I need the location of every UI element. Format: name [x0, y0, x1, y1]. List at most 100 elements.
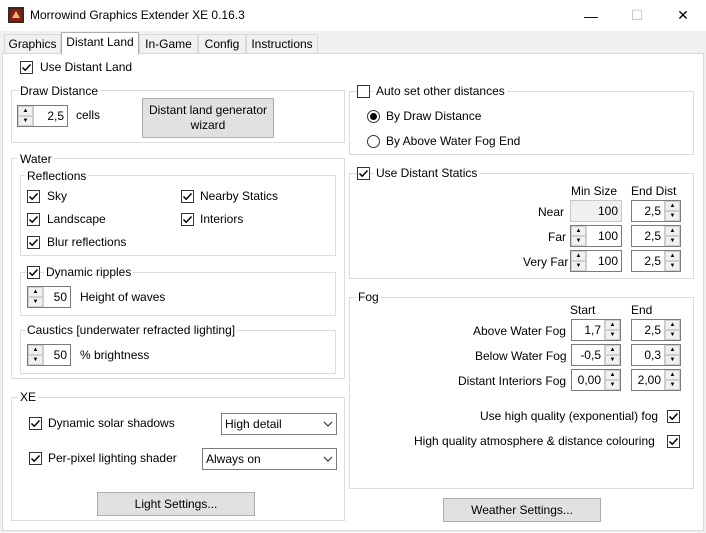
- arrow-up-icon[interactable]: ▲: [665, 320, 680, 330]
- hq-atmosphere-label: High quality atmosphere & distance colou…: [414, 434, 655, 448]
- draw-distance-stepper[interactable]: ▲ ▼ 2,5: [17, 105, 68, 127]
- very-far-min-size-stepper[interactable]: ▲ ▼ 100: [570, 250, 622, 272]
- use-distant-land-checkbox[interactable]: [20, 61, 33, 74]
- very-far-end-dist-value[interactable]: 2,5: [632, 251, 664, 271]
- dynamic-solar-shadows-checkbox[interactable]: [29, 417, 42, 430]
- near-end-dist-stepper[interactable]: 2,5 ▲ ▼: [631, 200, 681, 222]
- arrow-up-icon[interactable]: ▲: [18, 106, 33, 116]
- arrow-up-icon[interactable]: ▲: [571, 251, 586, 261]
- arrow-down-icon[interactable]: ▼: [571, 236, 586, 246]
- nearby-statics-checkbox[interactable]: [181, 190, 194, 203]
- arrow-down-icon[interactable]: ▼: [605, 380, 620, 390]
- landscape-reflection-checkbox[interactable]: [27, 213, 40, 226]
- tab-in-game[interactable]: In-Game: [139, 34, 198, 54]
- arrow-down-icon[interactable]: ▼: [605, 355, 620, 365]
- interiors-reflection-checkbox[interactable]: [181, 213, 194, 226]
- below-water-fog-end-value[interactable]: 0,3: [632, 345, 664, 365]
- arrow-up-icon[interactable]: ▲: [605, 345, 620, 355]
- arrow-up-icon[interactable]: ▲: [571, 226, 586, 236]
- check-icon: [182, 192, 193, 201]
- below-water-fog-start-value[interactable]: -0,5: [572, 345, 604, 365]
- arrow-up-icon[interactable]: ▲: [665, 226, 680, 236]
- by-draw-distance-radio[interactable]: [367, 110, 380, 123]
- arrow-down-icon[interactable]: ▼: [28, 297, 43, 307]
- below-water-fog-label: Below Water Fog: [475, 349, 567, 363]
- arrow-up-icon[interactable]: ▲: [665, 201, 680, 211]
- arrow-down-icon[interactable]: ▼: [28, 355, 43, 365]
- near-end-dist-value[interactable]: 2,5: [632, 201, 664, 221]
- check-icon: [182, 215, 193, 224]
- below-water-fog-start-stepper[interactable]: -0,5 ▲ ▼: [571, 344, 621, 366]
- distant-interiors-fog-end-stepper[interactable]: 2,00 ▲ ▼: [631, 369, 681, 391]
- check-icon: [668, 437, 679, 446]
- solar-shadows-value: High detail: [225, 417, 282, 431]
- arrow-up-icon[interactable]: ▲: [665, 370, 680, 380]
- arrow-up-icon[interactable]: ▲: [665, 345, 680, 355]
- arrow-up-icon[interactable]: ▲: [28, 345, 43, 355]
- arrow-down-icon[interactable]: ▼: [665, 355, 680, 365]
- per-pixel-lighting-checkbox[interactable]: [29, 452, 42, 465]
- dynamic-ripples-checkbox[interactable]: [27, 266, 40, 279]
- arrow-down-icon[interactable]: ▼: [571, 261, 586, 271]
- arrow-down-icon[interactable]: ▼: [18, 116, 33, 126]
- distant-interiors-fog-start-stepper[interactable]: 0,00 ▲ ▼: [571, 369, 621, 391]
- very-far-label: Very Far: [523, 255, 569, 269]
- use-distant-land-label: Use Distant Land: [40, 60, 133, 74]
- draw-distance-value[interactable]: 2,5: [34, 106, 67, 126]
- caustics-value[interactable]: 50: [44, 345, 70, 365]
- per-pixel-lighting-select[interactable]: Always on: [202, 448, 337, 470]
- above-water-fog-start-value[interactable]: 1,7: [572, 320, 604, 340]
- by-draw-distance-label: By Draw Distance: [386, 109, 482, 123]
- arrow-up-icon[interactable]: ▲: [605, 370, 620, 380]
- auto-set-distances-checkbox[interactable]: [357, 85, 370, 98]
- check-icon: [358, 169, 369, 178]
- tab-graphics[interactable]: Graphics: [4, 34, 61, 54]
- check-icon: [30, 454, 41, 463]
- sky-reflection-checkbox[interactable]: [27, 190, 40, 203]
- far-end-dist-stepper[interactable]: 2,5 ▲ ▼: [631, 225, 681, 247]
- app-icon[interactable]: [8, 7, 24, 23]
- min-size-header: Min Size: [571, 184, 618, 198]
- tab-config[interactable]: Config: [198, 34, 246, 54]
- far-min-size-stepper[interactable]: ▲ ▼ 100: [570, 225, 622, 247]
- generator-button-line2: wizard: [190, 118, 226, 132]
- distant-interiors-fog-start-value[interactable]: 0,00: [572, 370, 604, 390]
- arrow-up-icon[interactable]: ▲: [605, 320, 620, 330]
- close-button[interactable]: ✕: [660, 0, 706, 31]
- arrow-down-icon[interactable]: ▼: [665, 261, 680, 271]
- hq-atmosphere-checkbox[interactable]: [667, 435, 680, 448]
- tab-distant-land[interactable]: Distant Land: [61, 32, 139, 55]
- above-water-fog-start-stepper[interactable]: 1,7 ▲ ▼: [571, 319, 621, 341]
- tab-instructions[interactable]: Instructions: [246, 34, 318, 54]
- arrow-down-icon[interactable]: ▼: [665, 380, 680, 390]
- very-far-min-size-value[interactable]: 100: [587, 251, 621, 271]
- caustics-stepper[interactable]: ▲ ▼ 50: [27, 344, 71, 366]
- arrow-down-icon[interactable]: ▼: [605, 330, 620, 340]
- far-end-dist-value[interactable]: 2,5: [632, 226, 664, 246]
- distant-interiors-fog-end-value[interactable]: 2,00: [632, 370, 664, 390]
- use-distant-statics-label: Use Distant Statics: [374, 166, 480, 180]
- hq-fog-checkbox[interactable]: [667, 410, 680, 423]
- solar-shadows-select[interactable]: High detail: [221, 413, 337, 435]
- arrow-down-icon[interactable]: ▼: [665, 236, 680, 246]
- arrow-up-icon[interactable]: ▲: [28, 287, 43, 297]
- blur-reflections-checkbox[interactable]: [27, 236, 40, 249]
- very-far-end-dist-stepper[interactable]: 2,5 ▲ ▼: [631, 250, 681, 272]
- above-water-fog-end-stepper[interactable]: 2,5 ▲ ▼: [631, 319, 681, 341]
- minimize-button[interactable]: —: [568, 0, 614, 31]
- light-settings-button[interactable]: Light Settings...: [97, 492, 255, 516]
- arrow-down-icon[interactable]: ▼: [665, 330, 680, 340]
- distant-land-generator-button[interactable]: Distant land generator wizard: [142, 98, 274, 138]
- weather-settings-button[interactable]: Weather Settings...: [443, 498, 601, 522]
- by-fog-end-radio[interactable]: [367, 135, 380, 148]
- arrow-up-icon[interactable]: ▲: [665, 251, 680, 261]
- wave-height-value[interactable]: 50: [44, 287, 70, 307]
- arrow-down-icon[interactable]: ▼: [665, 211, 680, 221]
- above-water-fog-end-value[interactable]: 2,5: [632, 320, 664, 340]
- below-water-fog-end-stepper[interactable]: 0,3 ▲ ▼: [631, 344, 681, 366]
- use-distant-statics-checkbox[interactable]: [357, 167, 370, 180]
- far-min-size-value[interactable]: 100: [587, 226, 621, 246]
- wave-height-stepper[interactable]: ▲ ▼ 50: [27, 286, 71, 308]
- dynamic-ripples-label: Dynamic ripples: [44, 265, 134, 279]
- blur-reflections-label: Blur reflections: [47, 235, 127, 249]
